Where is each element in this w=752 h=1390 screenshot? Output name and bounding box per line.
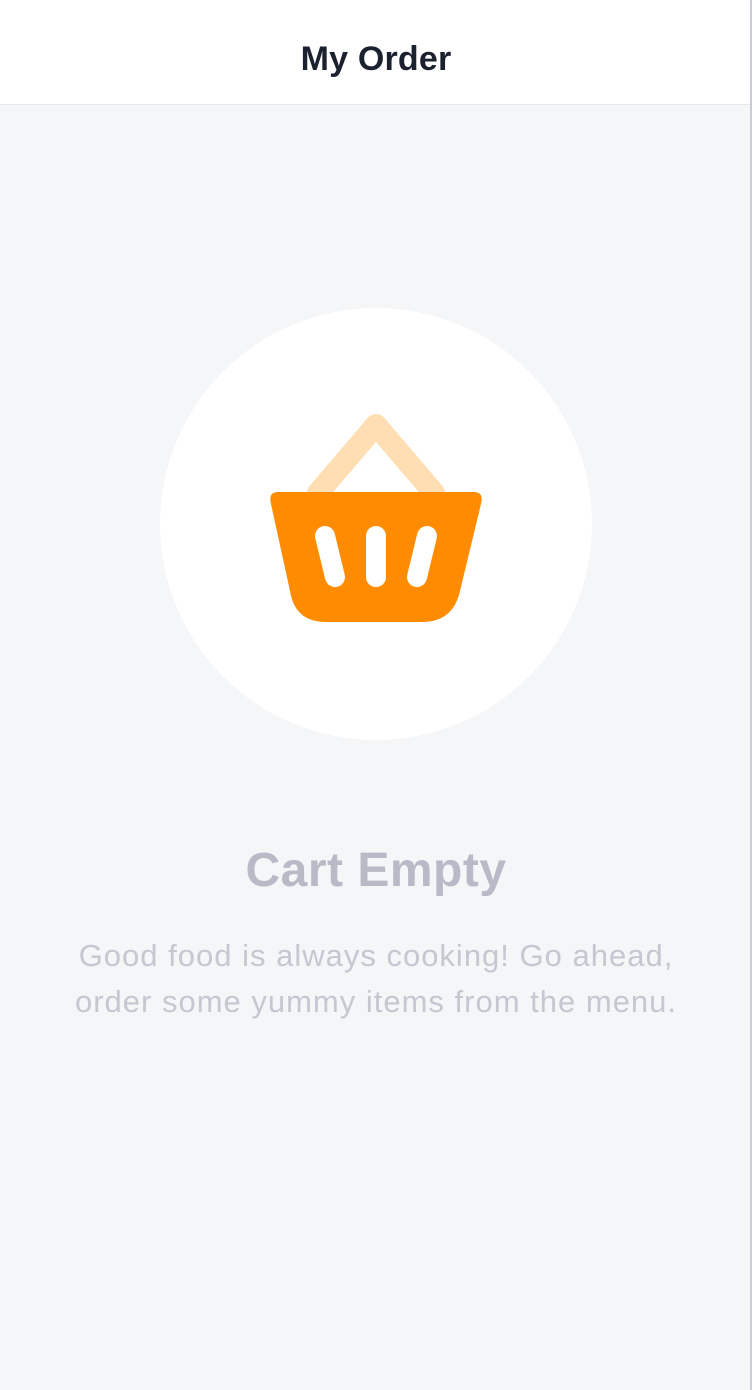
top-bar: My Order bbox=[0, 0, 752, 105]
shopping-basket-icon bbox=[270, 414, 482, 622]
page-title: My Order bbox=[300, 40, 452, 78]
empty-cart-title: Cart Empty bbox=[245, 844, 507, 897]
empty-cart-message: Good food is always cooking! Go ahead, o… bbox=[74, 938, 678, 1019]
